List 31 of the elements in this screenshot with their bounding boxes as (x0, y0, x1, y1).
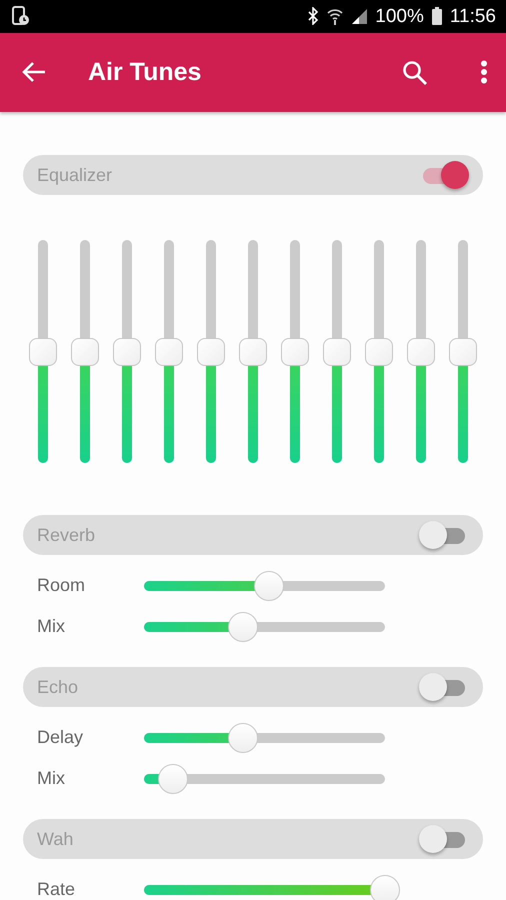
battery-percent: 100% (375, 7, 424, 26)
slider-thumb[interactable] (281, 338, 309, 366)
slider-thumb[interactable] (365, 338, 393, 366)
back-icon[interactable] (22, 60, 46, 84)
clock-time: 11:56 (450, 7, 496, 26)
slider-thumb[interactable] (197, 338, 225, 366)
slider-thumb[interactable] (228, 612, 258, 642)
slider-label: Rate (37, 878, 76, 900)
slider-thumb[interactable] (323, 338, 351, 366)
section-title: Wah (37, 828, 74, 850)
more-menu-icon[interactable] (480, 60, 488, 85)
slider-label: Mix (37, 615, 66, 638)
section-title: Equalizer (37, 164, 114, 187)
slider-thumb[interactable] (239, 338, 267, 366)
slider-thumb[interactable] (254, 570, 284, 600)
search-icon[interactable] (402, 60, 428, 86)
slider-thumb[interactable] (370, 874, 400, 900)
slider-thumb[interactable] (228, 722, 258, 752)
slider-thumb[interactable] (113, 338, 141, 366)
slider-thumb[interactable] (71, 338, 99, 366)
slider-thumb[interactable] (449, 338, 477, 366)
slider-label: Delay (37, 726, 84, 749)
app-title: Air Tunes (88, 56, 202, 88)
slider-thumb[interactable] (158, 764, 188, 794)
slider-thumb[interactable] (155, 338, 183, 366)
slider-thumb[interactable] (29, 338, 57, 366)
section-title: Reverb (37, 524, 96, 546)
slider-thumb[interactable] (407, 338, 435, 366)
section-title: Echo (37, 676, 80, 698)
slider-label: Room (37, 574, 86, 597)
slider-label: Mix (37, 767, 66, 790)
